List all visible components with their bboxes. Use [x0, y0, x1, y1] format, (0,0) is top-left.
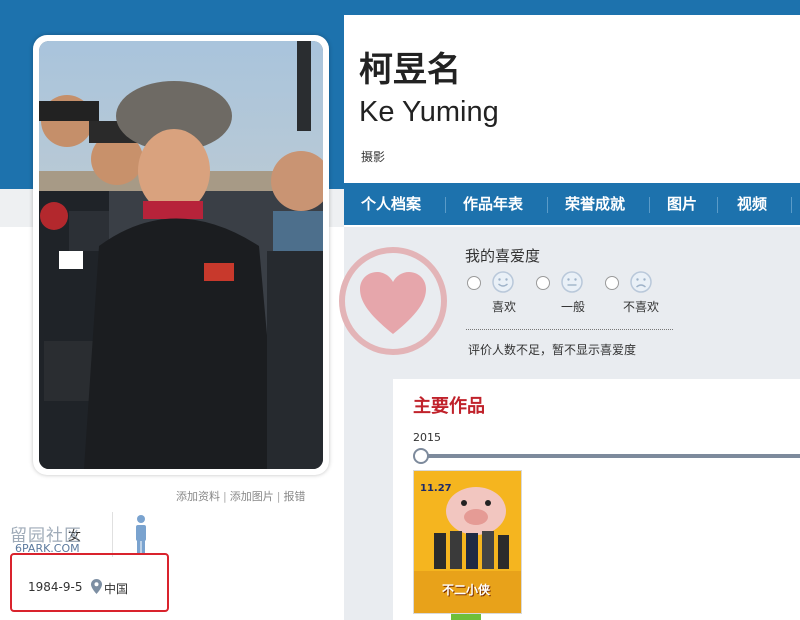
nav-divider: [445, 197, 446, 213]
person-role: 摄影: [361, 150, 386, 164]
add-info-link[interactable]: 添加资料: [176, 490, 220, 503]
poster-tag: [451, 614, 481, 620]
neutral-face-icon[interactable]: [561, 271, 583, 293]
nav-divider: [717, 197, 718, 213]
birth-region: 中国: [104, 582, 129, 596]
work-poster[interactable]: 11.27 不二小侠: [413, 470, 522, 614]
rating-note: 评价人数不足，暂不显示喜爱度: [468, 343, 637, 357]
rating-neutral-radio[interactable]: [536, 276, 550, 290]
profile-photo-image: [39, 41, 323, 469]
report-error-link[interactable]: 报错: [283, 490, 305, 503]
profile-photo[interactable]: [39, 41, 323, 469]
rating-like-radio[interactable]: [467, 276, 481, 290]
add-photo-link[interactable]: 添加图片: [230, 490, 274, 503]
location-pin-icon: [91, 579, 102, 594]
rating-neutral-label: 一般: [561, 300, 586, 314]
person-name-cn: 柯昱名: [359, 50, 461, 90]
profile-nav-bar: 个人档案 作品年表 荣誉成就 图片 视频: [344, 183, 800, 225]
rating-dislike-radio[interactable]: [605, 276, 619, 290]
tab-videos[interactable]: 视频: [737, 183, 767, 225]
nav-divider: [791, 197, 792, 213]
heart-icon: [339, 247, 447, 355]
works-section-title: 主要作品: [413, 396, 485, 417]
timeline-marker[interactable]: [413, 448, 429, 464]
rating-title: 我的喜爱度: [465, 247, 541, 265]
tab-filmography[interactable]: 作品年表: [463, 183, 523, 225]
poster-title: 不二小侠: [442, 583, 491, 597]
top-blue-bar: [0, 0, 800, 15]
sad-face-icon[interactable]: [630, 271, 652, 293]
divider: [112, 512, 113, 557]
person-icon: [136, 515, 146, 555]
poster-release-date: 11.27: [420, 483, 452, 494]
timeline-year: 2015: [413, 431, 441, 444]
rating-dislike-label: 不喜欢: [623, 300, 660, 314]
tab-honors[interactable]: 荣誉成就: [565, 183, 625, 225]
birth-date: 1984-9-5: [28, 580, 83, 594]
profile-photo-card[interactable]: [33, 35, 329, 475]
works-timeline: [422, 454, 800, 458]
smile-face-icon[interactable]: [492, 271, 514, 293]
nav-divider: [547, 197, 548, 213]
rating-divider: [466, 329, 673, 330]
rating-like-label: 喜欢: [492, 300, 517, 314]
photo-action-links: 添加资料 | 添加图片 | 报错: [176, 490, 306, 503]
tab-profile[interactable]: 个人档案: [361, 183, 421, 225]
tab-photos[interactable]: 图片: [667, 183, 697, 225]
nav-divider: [649, 197, 650, 213]
person-name-en: Ke Yuming: [359, 96, 499, 128]
